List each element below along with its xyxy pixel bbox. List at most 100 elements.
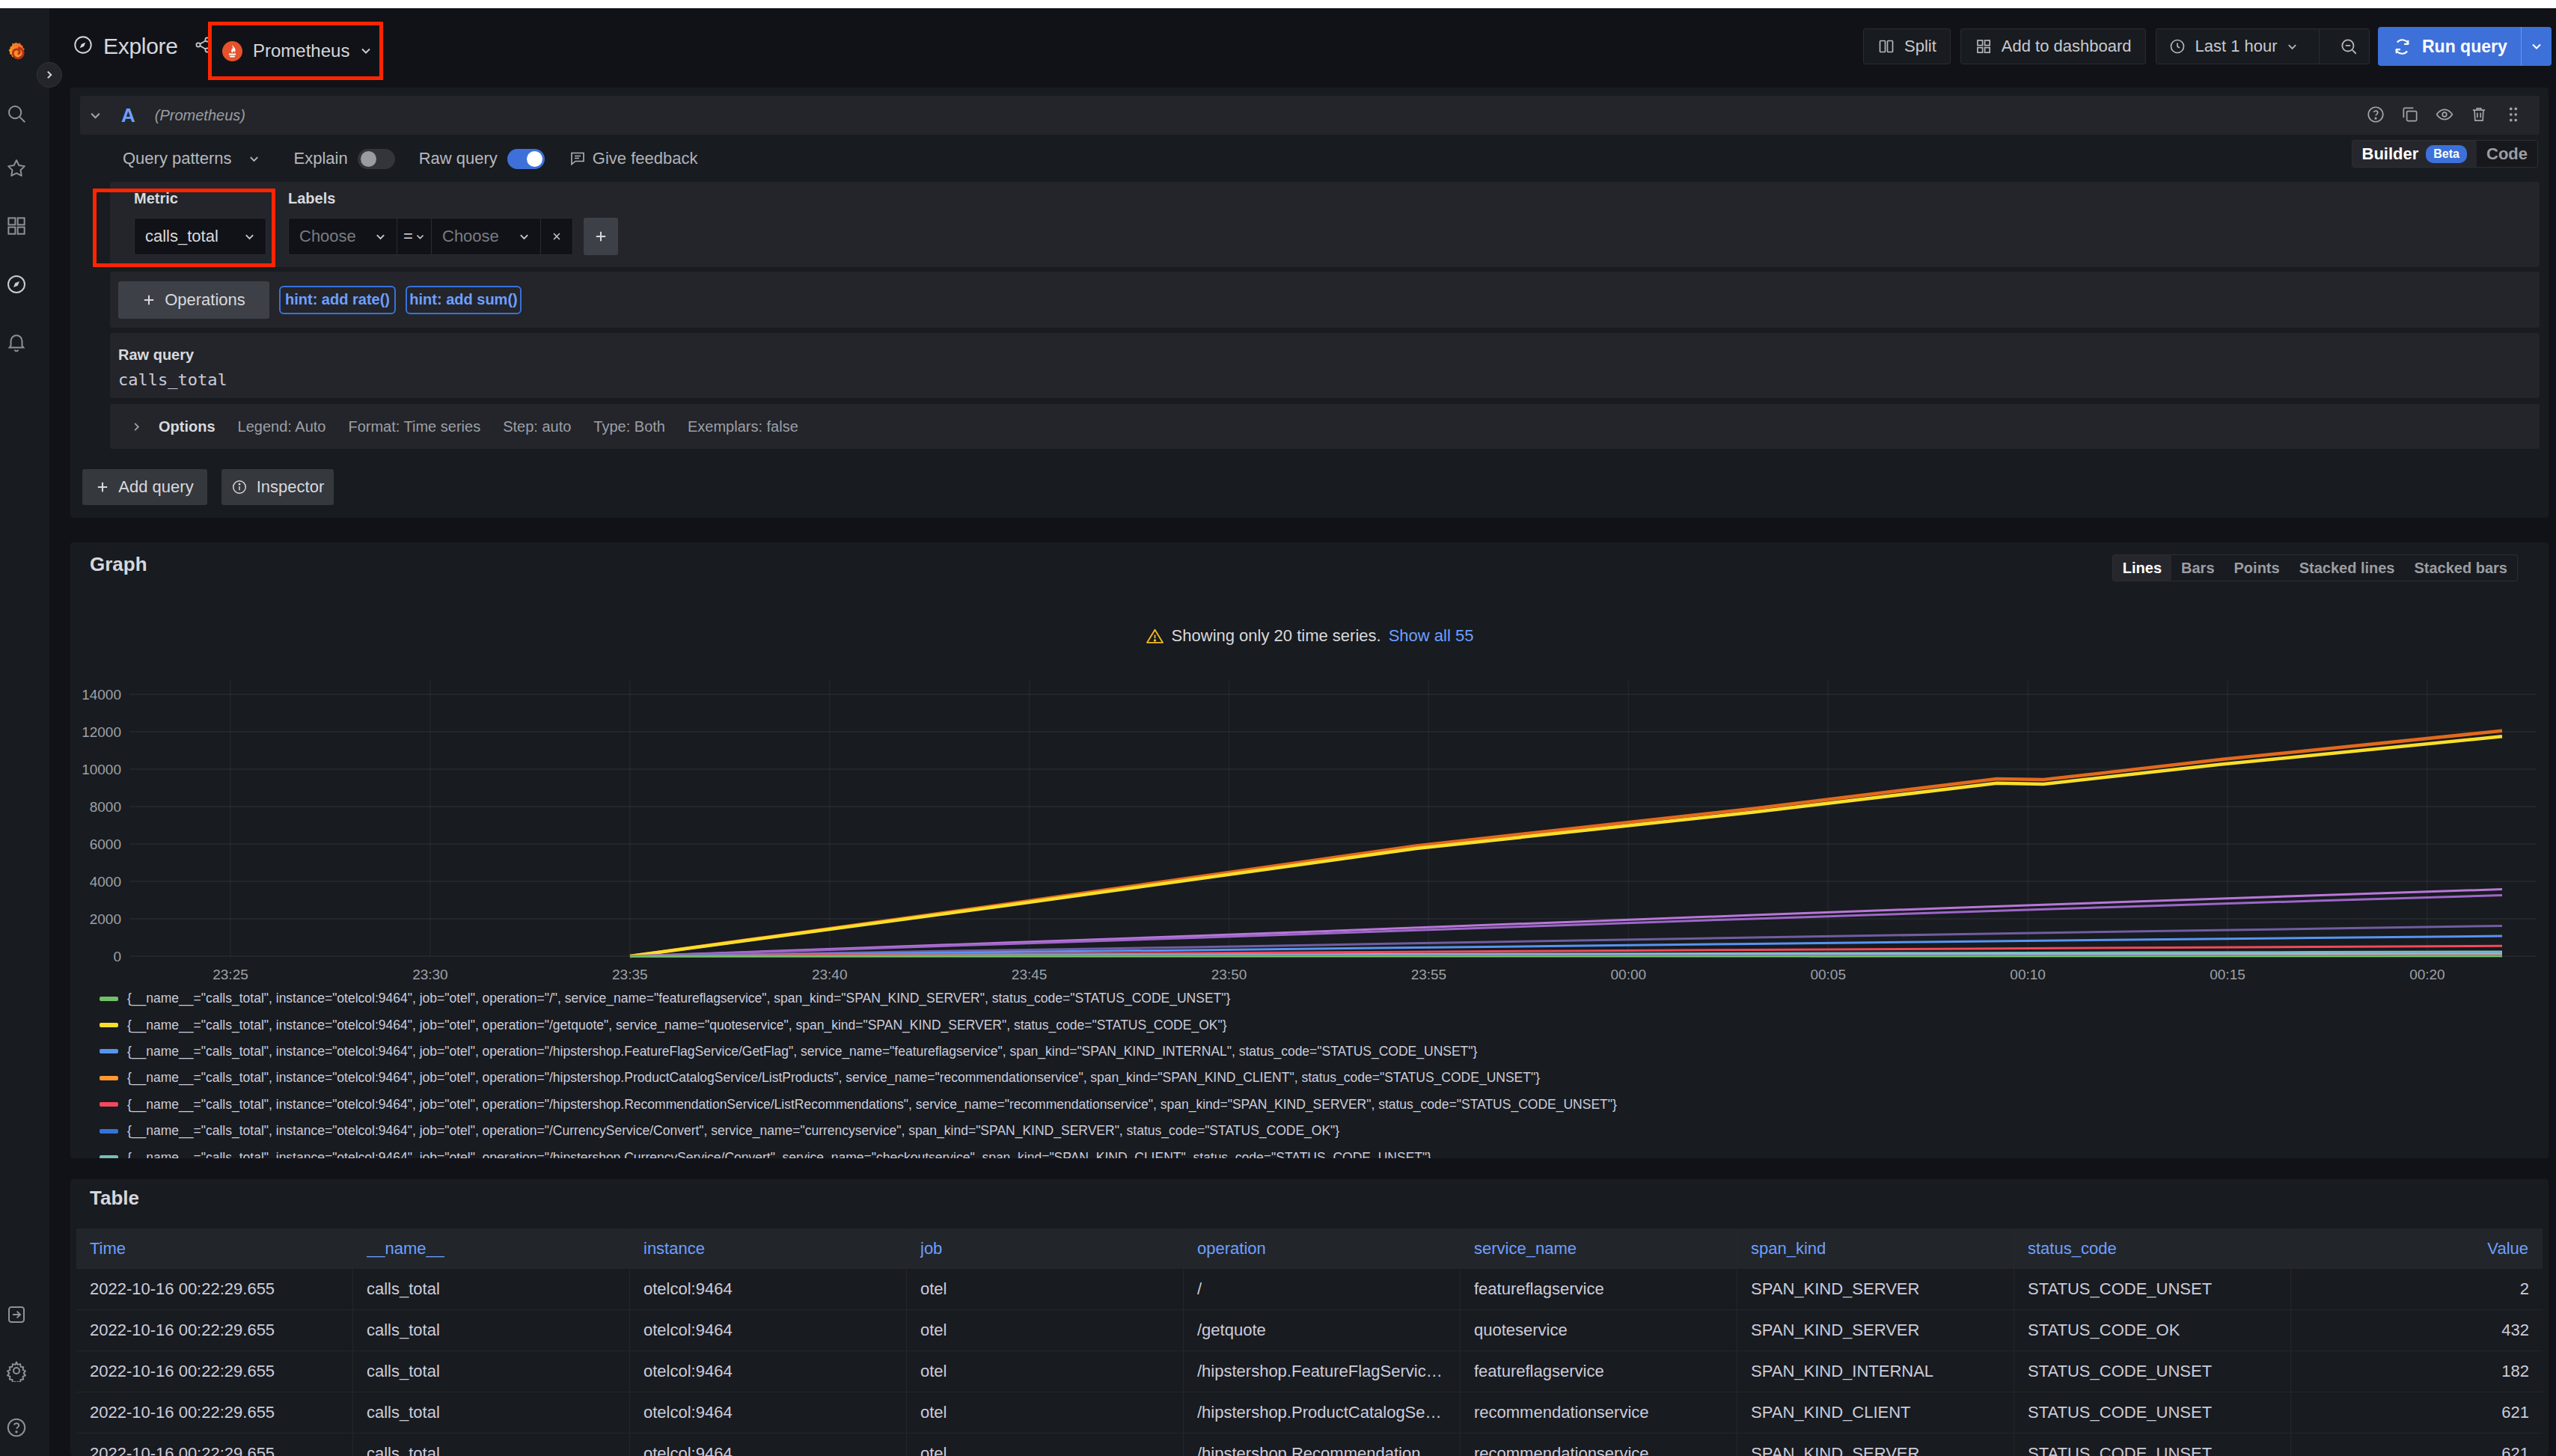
legend-swatch (100, 1023, 118, 1027)
svg-text:23:40: 23:40 (812, 967, 848, 982)
cell: featureflagservice (1461, 1351, 1737, 1392)
cell: otelcol:9464 (630, 1434, 907, 1456)
clock-icon (2168, 37, 2186, 55)
raw-query-value: calls_total (118, 370, 227, 389)
cell: otelcol:9464 (630, 1351, 907, 1392)
legend-item[interactable]: {__name__="calls_total", instance="otelc… (100, 985, 2534, 1012)
option-step: Step: auto (503, 418, 571, 435)
legend-item[interactable]: {__name__="calls_total", instance="otelc… (100, 1039, 2534, 1065)
chevron-right-icon (44, 70, 55, 80)
graph-mode-points[interactable]: Points (2225, 555, 2290, 581)
cell: calls_total (353, 1351, 630, 1392)
query-options-box[interactable]: Options Legend: Auto Format: Time series… (110, 404, 2540, 449)
chevron-down-icon[interactable] (2531, 40, 2543, 52)
help-icon[interactable] (4, 1416, 28, 1440)
add-to-dashboard-button[interactable]: Add to dashboard (1960, 28, 2146, 64)
add-operations-button[interactable]: Operations (118, 281, 269, 319)
starred-icon[interactable] (4, 156, 28, 180)
inspector-button[interactable]: Inspector (221, 469, 334, 505)
raw-query-toggle[interactable] (507, 149, 545, 169)
legend-swatch (100, 997, 118, 1001)
cell: quoteservice (1461, 1310, 1737, 1351)
query-help-icon[interactable] (2366, 105, 2385, 124)
cell: STATUS_CODE_UNSET (2014, 1269, 2291, 1309)
legend-item[interactable]: {__name__="calls_total", instance="otelc… (100, 1144, 2534, 1158)
chevron-right-icon (131, 421, 142, 432)
sign-in-icon[interactable] (4, 1303, 28, 1327)
cell: 2022-10-16 00:22:29.655 (76, 1269, 353, 1309)
legend-item[interactable]: {__name__="calls_total", instance="otelc… (100, 1092, 2534, 1118)
duplicate-query-icon[interactable] (2400, 105, 2420, 124)
zoom-out-icon (2339, 37, 2358, 56)
legend-label: {__name__="calls_total", instance="otelc… (127, 1070, 1540, 1086)
svg-text:6000: 6000 (90, 836, 121, 852)
hint-add-sum-button[interactable]: hint: add sum() (406, 286, 522, 314)
legend-item[interactable]: {__name__="calls_total", instance="otelc… (100, 1012, 2534, 1038)
info-circle-icon (231, 479, 248, 495)
hide-response-eye-icon[interactable] (2435, 105, 2454, 124)
explain-toggle[interactable] (358, 149, 395, 169)
collapse-query-icon[interactable] (89, 109, 102, 122)
option-exemplars: Exemplars: false (688, 418, 798, 435)
column-header-status_code[interactable]: status_code (2014, 1229, 2291, 1268)
time-range-group: Last 1 hour (2156, 28, 2370, 64)
cell: calls_total (353, 1392, 630, 1433)
graph-mode-lines[interactable]: Lines (2113, 555, 2171, 581)
graph-mode-bars[interactable]: Bars (2171, 555, 2224, 581)
column-header-Value[interactable]: Value (2291, 1229, 2543, 1268)
table-row: 2022-10-16 00:22:29.655calls_totalotelco… (76, 1268, 2543, 1309)
sync-icon (2378, 37, 2422, 56)
zoom-out-time-button[interactable] (2329, 29, 2369, 64)
give-feedback-button[interactable]: Give feedback (569, 149, 698, 168)
remove-label-filter-button[interactable] (540, 218, 573, 255)
split-button[interactable]: Split (1863, 28, 1951, 64)
label-value-select[interactable]: Choose (431, 218, 540, 255)
svg-text:00:05: 00:05 (1810, 967, 1846, 982)
svg-text:00:15: 00:15 (2210, 967, 2245, 982)
explore-icon[interactable] (4, 272, 28, 296)
run-query-button[interactable]: Run query (2378, 27, 2552, 66)
code-mode-button[interactable]: Code (2477, 141, 2537, 167)
datasource-picker[interactable]: Prometheus (208, 22, 383, 80)
chevron-down-icon (519, 231, 530, 242)
settings-gear-icon[interactable] (4, 1359, 28, 1383)
cell: /hipstershop.ProductCatalogService/ListP… (1184, 1392, 1461, 1433)
legend-item[interactable]: {__name__="calls_total", instance="otelc… (100, 1118, 2534, 1144)
column-header-span_kind[interactable]: span_kind (1737, 1229, 2014, 1268)
query-row-header[interactable]: A (Prometheus) (80, 96, 2540, 135)
table-row: 2022-10-16 00:22:29.655calls_totalotelco… (76, 1309, 2543, 1351)
column-header-job[interactable]: job (907, 1229, 1184, 1268)
expand-sidebar-button[interactable] (37, 62, 62, 88)
add-label-filter-button[interactable] (584, 218, 618, 255)
chevron-down-icon (415, 232, 425, 242)
grafana-logo[interactable] (6, 40, 30, 68)
alerting-bell-icon[interactable] (4, 330, 28, 354)
cell: calls_total (353, 1434, 630, 1456)
drag-handle-icon[interactable] (2504, 105, 2523, 124)
legend-item[interactable]: {__name__="calls_total", instance="otelc… (100, 1065, 2534, 1091)
search-icon[interactable] (4, 102, 28, 126)
label-operator-select[interactable]: = (397, 218, 431, 255)
hint-add-rate-button[interactable]: hint: add rate() (279, 286, 396, 314)
query-editor-panel: A (Prometheus) Query patterns Explain Ra (70, 88, 2549, 518)
time-range-button[interactable]: Last 1 hour (2156, 29, 2310, 64)
cell: SPAN_KIND_SERVER (1737, 1269, 2014, 1309)
column-header-instance[interactable]: instance (630, 1229, 907, 1268)
graph-mode-stacked-lines[interactable]: Stacked lines (2290, 555, 2405, 581)
column-header-__name__[interactable]: __name__ (353, 1229, 630, 1268)
apps-icon[interactable] (4, 214, 28, 238)
table-panel: Table Time__name__instancejoboperationse… (70, 1179, 2549, 1456)
column-header-service_name[interactable]: service_name (1461, 1229, 1737, 1268)
cell: calls_total (353, 1269, 630, 1309)
label-key-select[interactable]: Choose (288, 218, 397, 255)
remove-query-trash-icon[interactable] (2469, 105, 2489, 124)
add-query-button[interactable]: Add query (82, 469, 207, 505)
cell: otel (907, 1392, 1184, 1433)
column-header-Time[interactable]: Time (76, 1229, 353, 1268)
builder-mode-button[interactable]: Builder Beta (2352, 141, 2477, 167)
column-header-operation[interactable]: operation (1184, 1229, 1461, 1268)
graph-mode-stacked-bars[interactable]: Stacked bars (2404, 555, 2517, 581)
page-title: Explore (103, 34, 178, 59)
query-patterns-button[interactable]: Query patterns (123, 149, 260, 168)
plus-icon (594, 230, 608, 243)
